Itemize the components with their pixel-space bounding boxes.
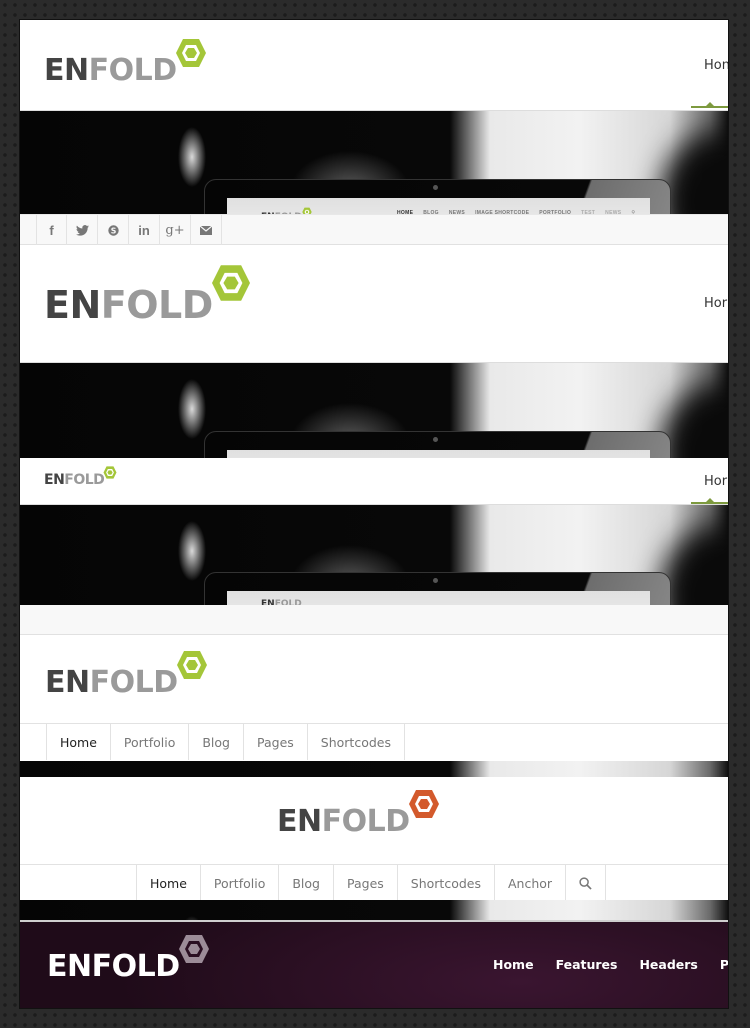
enfold-logo[interactable]: ENFOLD xyxy=(44,466,117,487)
hero-image: ENFOLD xyxy=(20,504,728,605)
logo-text-fold: FOLD xyxy=(88,53,178,88)
menu-item-home[interactable]: Home xyxy=(136,865,201,901)
logo-text-fold: FOLD xyxy=(91,949,181,984)
logo-text-en: EN xyxy=(45,665,90,700)
facebook-icon[interactable]: f xyxy=(36,215,67,245)
menu-item-blog[interactable]: Blog xyxy=(189,724,244,760)
header-variant-6: ENFOLD Home Features Headers Po xyxy=(20,920,728,1008)
menu-item-anchor[interactable]: Anchor xyxy=(495,865,567,901)
main-menu: Home Portfolio Blog Pages Shortcodes Anc… xyxy=(20,864,728,901)
hexagon-logo-icon xyxy=(178,935,209,963)
header-variant-1: ENFOLD Hon xyxy=(20,20,728,110)
menu-item-shortcodes[interactable]: Shortcodes xyxy=(398,865,495,901)
logo-text-en: EN xyxy=(44,283,101,327)
header-variant-4: ENFOLD Home Portfolio Blog Pages Shortco… xyxy=(20,636,728,762)
hexagon-logo-icon xyxy=(408,790,439,818)
nav-item-home[interactable]: Hor xyxy=(704,474,727,489)
menu-item-features[interactable]: Features xyxy=(556,956,618,974)
logo-text-en: EN xyxy=(277,804,322,839)
hexagon-logo-icon xyxy=(211,265,250,301)
hero-image xyxy=(20,761,728,777)
menu-item-pages[interactable]: Pages xyxy=(244,724,308,760)
svg-text:S: S xyxy=(110,226,116,235)
logo-text-en: EN xyxy=(47,949,92,984)
logo-text-fold: FOLD xyxy=(89,665,179,700)
menu-item-pages[interactable]: Pages xyxy=(334,865,398,901)
menu-item-home[interactable]: Home xyxy=(46,724,111,760)
nav-active-indicator xyxy=(691,102,728,108)
laptop-mockup: ENFOLD xyxy=(204,572,671,605)
logo-text-fold: FOLD xyxy=(321,804,411,839)
logo-text-fold: FOLD xyxy=(100,283,214,327)
mini-logo: ENFOLD xyxy=(261,207,312,214)
laptop-mockup: ENFOLD HOME BLOG NEWS IMAGE SHORTCODE PO… xyxy=(204,179,671,214)
enfold-logo[interactable]: ENFOLD xyxy=(47,934,210,982)
header-variant-3: ENFOLD Hor xyxy=(20,458,728,504)
nav-item-home[interactable]: Hon xyxy=(704,58,728,73)
linkedin-icon[interactable]: in xyxy=(129,215,160,245)
enfold-logo[interactable]: ENFOLD xyxy=(44,264,252,324)
logo-text-fold: FOLD xyxy=(64,472,105,488)
menu-item-portfolio[interactable]: Po xyxy=(720,956,728,974)
menu-item-portfolio[interactable]: Portfolio xyxy=(201,865,280,901)
header-variant-5: ENFOLD Home Portfolio Blog Pages Shortco… xyxy=(20,777,728,901)
logo-text-en: EN xyxy=(44,472,65,488)
social-bar: f S in g+ xyxy=(20,214,728,245)
twitter-icon[interactable] xyxy=(67,215,98,245)
laptop-mockup xyxy=(204,431,671,458)
enfold-logo[interactable]: ENFOLD xyxy=(277,789,440,837)
menu-item-home[interactable]: Home xyxy=(493,956,534,974)
hero-image xyxy=(20,362,728,458)
hero-image xyxy=(20,900,728,920)
menu-item-blog[interactable]: Blog xyxy=(279,865,334,901)
skype-icon[interactable]: S xyxy=(98,215,129,245)
hexagon-logo-icon xyxy=(175,39,206,67)
main-menu: Home Portfolio Blog Pages Shortcodes xyxy=(20,723,728,760)
empty-bar xyxy=(20,605,728,635)
theme-header-showcase: ENFOLD Hon ENFOLD HOME BLOG NE xyxy=(20,20,728,1008)
hero-image: ENFOLD HOME BLOG NEWS IMAGE SHORTCODE PO… xyxy=(20,110,728,214)
menu-item-headers[interactable]: Headers xyxy=(639,956,697,974)
mail-icon[interactable] xyxy=(191,215,222,245)
enfold-logo[interactable]: ENFOLD xyxy=(44,38,207,86)
search-icon[interactable] xyxy=(566,865,607,901)
hexagon-logo-icon xyxy=(103,466,117,479)
menu-item-shortcodes[interactable]: Shortcodes xyxy=(308,724,405,760)
hexagon-logo-icon xyxy=(176,651,207,679)
menu-item-portfolio[interactable]: Portfolio xyxy=(111,724,190,760)
googleplus-icon[interactable]: g+ xyxy=(160,215,191,245)
header-variant-2: ENFOLD Hor xyxy=(20,246,728,362)
enfold-logo[interactable]: ENFOLD xyxy=(45,650,208,698)
nav-item-home[interactable]: Hor xyxy=(704,296,727,311)
logo-text-en: EN xyxy=(44,53,89,88)
main-menu: Home Features Headers Po xyxy=(493,956,728,974)
